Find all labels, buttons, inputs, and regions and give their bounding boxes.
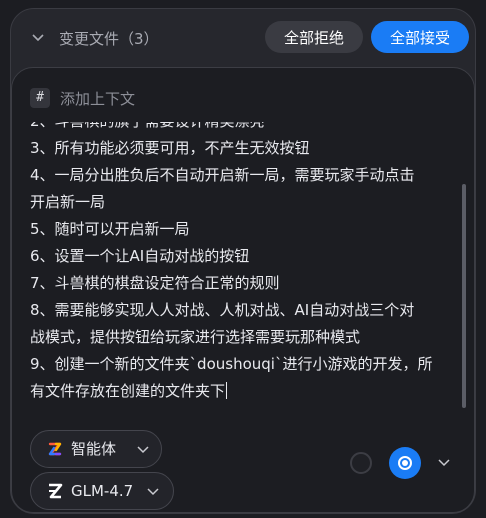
reject-all-button[interactable]: 全部拒绝 xyxy=(265,21,363,53)
model-label: GLM-4.7 xyxy=(71,482,134,500)
prompt-line: 2、斗兽棋的旗子需要设计精美漂亮 xyxy=(30,122,450,135)
chevron-down-icon[interactable] xyxy=(438,458,450,468)
accept-all-button[interactable]: 全部接受 xyxy=(371,21,469,53)
changes-panel: 变更文件（3） 全部拒绝 全部接受 # 添加上下文 2、斗兽棋的旗子需要设计精美… xyxy=(10,8,476,514)
zhipu-logo-icon xyxy=(49,483,63,499)
hash-icon: # xyxy=(30,88,50,108)
prompt-text: 2、斗兽棋的旗子需要设计精美漂亮 3、所有功能必须要可用，不产生无效按钮 4、一… xyxy=(30,122,450,405)
model-selector[interactable]: GLM-4.7 xyxy=(30,472,174,510)
prompt-line: 开启新一局 xyxy=(30,193,106,211)
add-context-label: 添加上下文 xyxy=(60,90,136,108)
agent-selector[interactable]: 智能体 xyxy=(30,430,162,468)
changes-header: 变更文件（3） 全部拒绝 全部接受 xyxy=(11,9,475,67)
prompt-text-area[interactable]: 2、斗兽棋的旗子需要设计精美漂亮 3、所有功能必须要可用，不产生无效按钮 4、一… xyxy=(30,122,452,410)
prompt-line: 8、需要能够实现人人对战、人机对战、AI自动对战三个对 xyxy=(30,301,415,319)
prompt-line: 7、斗兽棋的棋盘设定符合正常的规则 xyxy=(30,274,280,292)
chevron-down-icon xyxy=(147,488,159,496)
record-dot xyxy=(402,460,408,466)
context-usage-indicator[interactable] xyxy=(350,452,372,474)
text-caret xyxy=(226,382,228,399)
prompt-line: 战模式，提供按钮给玩家进行选择需要玩那种模式 xyxy=(30,328,361,346)
prompt-line-text: 有文件存放在创建的文件夹下 xyxy=(30,382,226,400)
prompt-editor[interactable]: # 添加上下文 2、斗兽棋的旗子需要设计精美漂亮 3、所有功能必须要可用，不产生… xyxy=(11,67,475,513)
prompt-line: 9、创建一个新的文件夹`doushouqi`进行小游戏的开发，所 xyxy=(30,355,433,373)
prompt-line: 5、随时可以开启新一局 xyxy=(30,220,190,238)
chevron-down-icon[interactable] xyxy=(31,31,45,45)
agent-label: 智能体 xyxy=(71,440,117,458)
prompt-line: 6、设置一个让AI自动对战的按钮 xyxy=(30,247,250,265)
chevron-down-icon xyxy=(137,446,149,454)
agent-logo-icon xyxy=(48,442,62,456)
prompt-line: 4、一局分出胜负后不自动开启新一局，需要玩家手动点击 xyxy=(30,166,415,184)
changed-files-label[interactable]: 变更文件（3） xyxy=(59,28,159,49)
editor-scrollbar[interactable] xyxy=(462,184,466,408)
prompt-line-last: 有文件存放在创建的文件夹下 xyxy=(30,378,450,405)
prompt-line: 3、所有功能必须要可用，不产生无效按钮 xyxy=(30,139,310,157)
record-button[interactable] xyxy=(389,447,421,479)
